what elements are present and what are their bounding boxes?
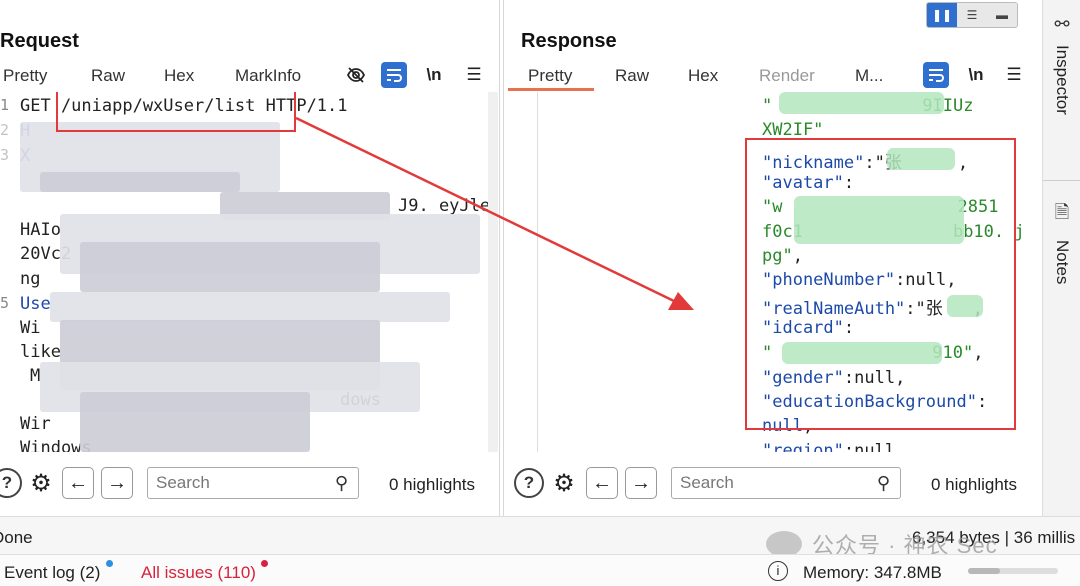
memory-usage: Memory: 347.8MB — [803, 563, 942, 582]
split-rows-icon[interactable]: ☰ — [957, 3, 987, 27]
divider — [1043, 180, 1080, 181]
split-columns-icon[interactable]: ❚❚ — [927, 3, 957, 27]
inspector-icon: ⚯ — [1054, 14, 1070, 34]
all-issues-link[interactable]: All issues (110) — [141, 563, 256, 583]
notes-tab[interactable]: 🗎 Notes — [1043, 200, 1080, 284]
inspector-tab[interactable]: ⚯ Inspector — [1043, 14, 1080, 115]
status-message: Done — [0, 528, 33, 547]
bottom-bar: Event log (2) All issues (110) i Memory:… — [0, 554, 1080, 586]
annotation-arrow — [295, 116, 694, 310]
event-log-indicator — [106, 560, 113, 567]
layout-toggle: ❚❚ ☰ ▬ — [926, 2, 1018, 28]
inspector-rail: ⚯ Inspector 🗎 Notes — [1042, 0, 1080, 516]
issues-indicator — [261, 560, 268, 567]
single-pane-icon[interactable]: ▬ — [987, 3, 1017, 27]
burp-message-editor: Request Pretty Raw Hex MarkInfo \n ☰ 1 2… — [0, 0, 1080, 586]
memory-bar-fill — [968, 568, 1000, 574]
notes-label: Notes — [1053, 240, 1072, 285]
notes-icon: 🗎 — [1054, 202, 1070, 222]
info-icon[interactable]: i — [768, 561, 788, 581]
memory-bar — [968, 568, 1058, 574]
event-log-link[interactable]: Event log (2) — [4, 563, 100, 583]
inspector-label: Inspector — [1053, 45, 1072, 115]
